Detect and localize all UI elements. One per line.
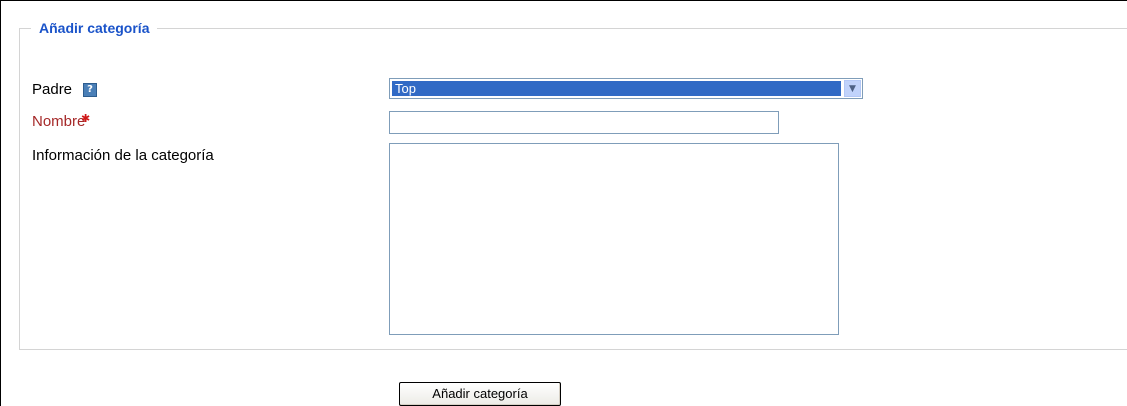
parent-select-value: Top	[392, 81, 841, 96]
info-label: Información de la categoría	[32, 147, 214, 164]
fieldset-legend: Añadir categoría	[31, 19, 158, 37]
add-category-button[interactable]: Añadir categoría	[399, 382, 561, 406]
parent-select[interactable]: Top ▼	[389, 78, 863, 99]
parent-label: Padre	[32, 81, 73, 98]
required-icon: ✱	[81, 112, 91, 125]
help-icon[interactable]: ?	[83, 83, 97, 97]
name-label: Nombre	[32, 113, 86, 130]
chevron-down-icon[interactable]: ▼	[844, 80, 861, 97]
page-frame: Añadir categoría Padre ? Top ▼ Nombre ✱ …	[0, 0, 1127, 406]
name-input[interactable]	[389, 111, 779, 134]
info-textarea[interactable]	[389, 143, 839, 335]
